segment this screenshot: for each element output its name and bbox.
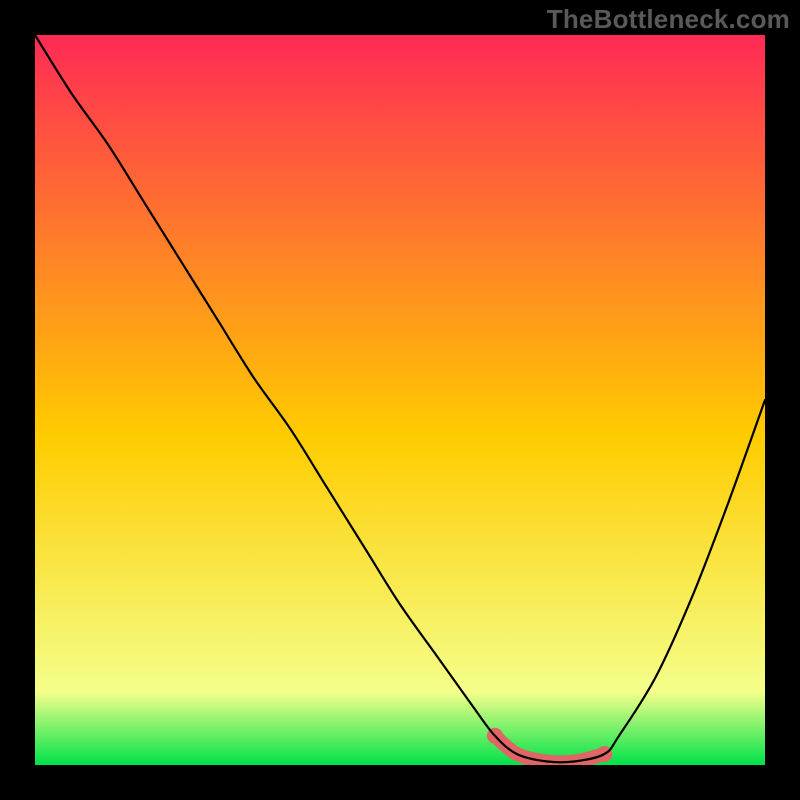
chart-background-gradient [35,35,765,765]
chart-frame: TheBottleneck.com [0,0,800,800]
watermark-text: TheBottleneck.com [547,4,790,35]
chart-svg [35,35,765,765]
chart-plot-area [35,35,765,765]
